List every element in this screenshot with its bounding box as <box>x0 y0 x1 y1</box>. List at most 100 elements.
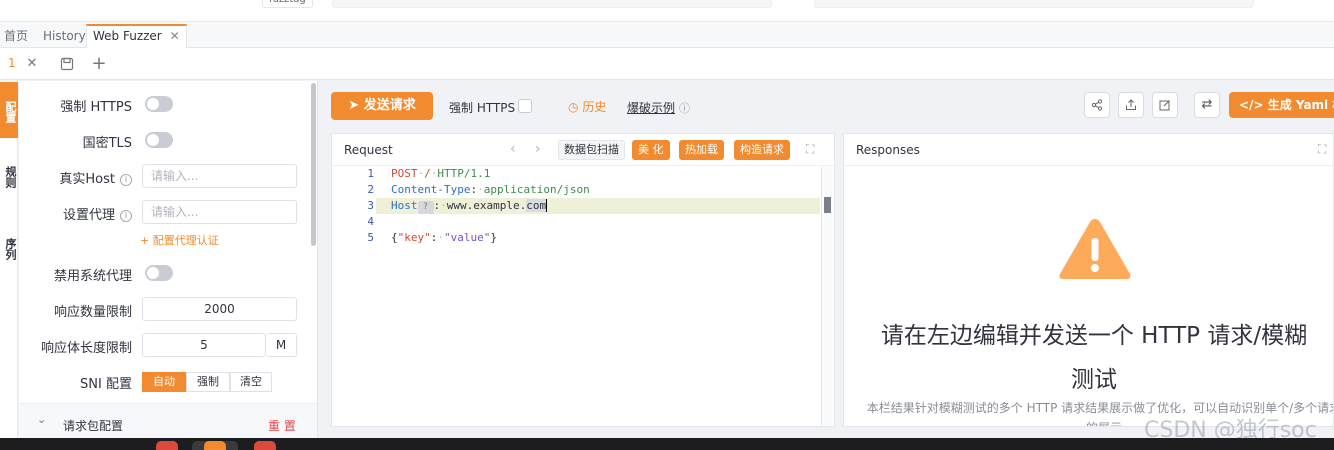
sni-option-auto[interactable]: 自动 <box>142 372 186 392</box>
resp-len-label: 响应体长度限制 <box>40 341 132 356</box>
header-value-selected: com <box>526 199 547 212</box>
beautify-button[interactable]: 美 化 <box>632 140 670 160</box>
disable-sys-proxy-toggle[interactable] <box>145 265 173 281</box>
packet-scan-button[interactable]: 数据包扫描 <box>558 140 625 160</box>
hot-reload-button[interactable]: 热加载 <box>679 140 724 160</box>
history-label: 历史 <box>582 100 607 114</box>
editor-scrollbar[interactable] <box>821 167 833 426</box>
tab-web-fuzzer-label: Web Fuzzer <box>93 29 162 43</box>
add-icon[interactable]: + <box>89 54 109 74</box>
taskbar <box>0 438 1334 450</box>
expand-icon[interactable]: ⛶ <box>806 142 814 157</box>
code-icon: </> <box>1239 98 1264 112</box>
packet-config-section[interactable]: ⌄ 请求包配置 重 置 <box>19 403 317 441</box>
sub-tab-number[interactable]: 1 <box>8 56 16 70</box>
tab-web-fuzzer[interactable]: Web Fuzzer ✕ <box>86 24 187 49</box>
force-https-label: 强制 HTTPS <box>60 100 132 115</box>
line-number: 3 <box>367 199 374 212</box>
force-https-checkbox[interactable] <box>518 99 532 113</box>
close-icon[interactable]: ✕ <box>170 29 180 43</box>
packet-config-label: 请求包配置 <box>63 419 124 433</box>
code-line-header: Host?:·www.example.com <box>391 199 548 214</box>
line-number: 1 <box>367 167 374 180</box>
tab-home[interactable]: 首页 <box>0 24 32 48</box>
history-button[interactable]: ◷ 历史 <box>568 98 606 115</box>
sub-tab-bar: 1 ✕ + <box>0 48 1334 80</box>
proxy-input[interactable]: 请输入... <box>142 200 297 224</box>
clock-icon: ◷ <box>568 100 579 114</box>
chevron-down-icon[interactable]: ⌄ <box>37 413 46 426</box>
top-field-1[interactable] <box>332 0 772 8</box>
sni-option-clear[interactable]: 清空 <box>230 372 272 392</box>
line-number: 2 <box>367 183 374 196</box>
expand-icon[interactable]: ⛶ <box>1318 142 1326 157</box>
chevron-left-icon[interactable]: ‹ <box>510 141 516 157</box>
gm-tls-toggle[interactable] <box>145 132 173 148</box>
json-key: "key" <box>397 231 431 244</box>
rail-item-rules[interactable]: 规则 <box>0 155 18 199</box>
taskbar-app-icon[interactable] <box>254 441 276 450</box>
reset-link[interactable]: 重 置 <box>268 417 296 434</box>
force-https-toggle[interactable] <box>145 96 173 112</box>
http-protocol: HTTP/1.1 <box>437 167 491 180</box>
chevron-right-icon[interactable]: › <box>535 141 541 157</box>
example-link[interactable]: 爆破示例 <box>627 99 675 116</box>
resp-len-unit: M <box>266 333 297 357</box>
request-panel: Request ‹ › 数据包扫描 美 化 热加载 构造请求 ⛶ 1 2 3 4… <box>331 133 835 427</box>
sni-option-force[interactable]: 强制 <box>186 372 230 392</box>
code-line-body: {"key":·"value"} <box>391 231 497 244</box>
rail-item-config[interactable]: 配置 <box>0 82 18 138</box>
swap-icon[interactable]: ⇄ <box>1194 92 1220 118</box>
disable-sys-proxy-label: 禁用系统代理 <box>53 269 132 284</box>
resp-len-input[interactable]: 5 <box>142 333 266 357</box>
export-icon[interactable] <box>1118 92 1144 118</box>
top-field-2[interactable] <box>814 0 1254 8</box>
gm-tls-label: 国密TLS <box>82 136 132 151</box>
responses-header: Responses ⛶ <box>844 134 1333 166</box>
app-root: fuzztag 首页 History Web Fuzzer ✕ 1 ✕ + 配置… <box>0 0 1334 450</box>
fuzztag-chip[interactable]: fuzztag <box>262 0 313 8</box>
code-line-header: Content-Type:·application/json <box>391 183 590 196</box>
send-icon: ➤ <box>348 98 360 113</box>
warning-icon <box>1059 219 1131 279</box>
sni-label: SNI 配置 <box>80 377 132 392</box>
edit-icon[interactable] <box>1152 92 1178 118</box>
tab-history[interactable]: History <box>39 24 90 48</box>
header-name: Content-Type <box>391 183 471 196</box>
close-icon[interactable]: ✕ <box>22 54 42 74</box>
build-request-button[interactable]: 构造请求 <box>734 140 790 160</box>
taskbar-app-icon[interactable] <box>204 441 226 450</box>
request-title: Request <box>344 143 393 157</box>
page-tab-bar: 首页 History Web Fuzzer ✕ <box>0 22 1334 49</box>
config-scrollbar[interactable] <box>311 83 316 246</box>
share-icon[interactable] <box>1084 92 1110 118</box>
real-host-input[interactable]: 请输入... <box>142 164 297 188</box>
line-number: 5 <box>367 231 374 244</box>
header-value: application/json <box>483 183 590 196</box>
send-request-label: 发送请求 <box>363 98 416 113</box>
http-path: / <box>424 167 431 180</box>
real-host-label: 真实Host i <box>19 168 132 187</box>
request-editor[interactable]: 1 2 3 4 5 POST·/·HTTP/1.1 Content-Type:·… <box>332 167 822 426</box>
question-icon[interactable]: ? <box>417 201 434 214</box>
generate-yaml-button[interactable]: </> 生成 Yaml 模板 <box>1229 92 1334 118</box>
toolbar-force-https-label: 强制 HTTPS <box>449 101 516 115</box>
config-panel: 强制 HTTPS 国密TLS 真实Host i 请输入... 设置代理 i 请输入.… <box>19 81 318 441</box>
line-number: 4 <box>367 215 374 228</box>
header-value: www.example. <box>446 199 527 212</box>
generate-yaml-label: 生成 Yaml 模板 <box>1267 98 1334 112</box>
responses-title: Responses <box>856 143 920 157</box>
rail-item-sequence[interactable]: 序列 <box>0 227 18 271</box>
save-icon[interactable] <box>57 54 77 74</box>
proxy-auth-link[interactable]: + 配置代理认证 <box>140 232 219 248</box>
info-icon[interactable]: i <box>120 210 132 222</box>
info-icon[interactable]: i <box>120 174 132 186</box>
top-strip: fuzztag <box>0 0 1334 22</box>
send-request-button[interactable]: ➤ 发送请求 <box>331 92 433 120</box>
side-rail: 配置 规则 序列 <box>0 81 18 441</box>
taskbar-app-icon[interactable] <box>156 441 178 450</box>
question-icon[interactable]: ⓘ <box>679 100 690 116</box>
resp-count-input[interactable]: 2000 <box>142 297 297 321</box>
proxy-label: 设置代理 i <box>19 204 132 223</box>
scroll-thumb[interactable] <box>824 197 831 213</box>
